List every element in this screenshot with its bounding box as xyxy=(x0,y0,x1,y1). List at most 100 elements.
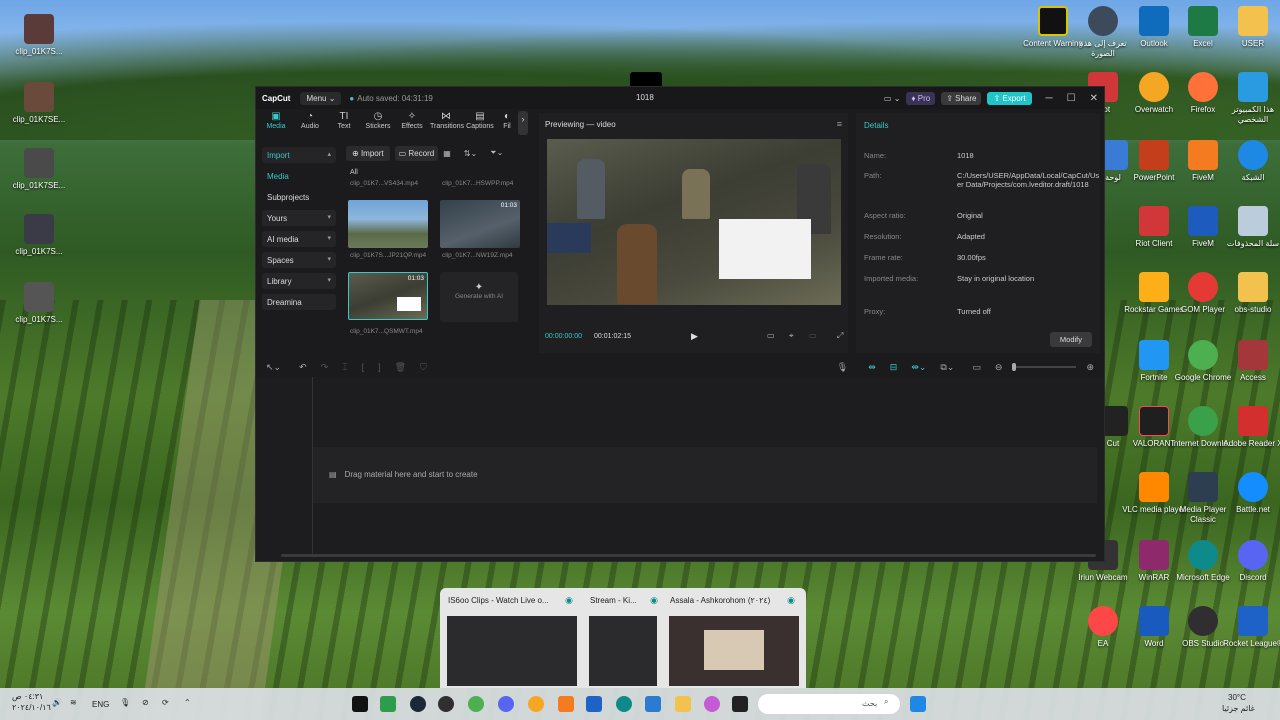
desktop-icon-clip[interactable]: clip_01K7SE... xyxy=(4,82,74,125)
share-button[interactable]: ⇪ Share xyxy=(941,91,982,105)
export-button[interactable]: ⇧ Export xyxy=(987,91,1032,105)
redo-icon[interactable]: ↷ xyxy=(321,362,329,373)
microphone-icon[interactable]: 🎙 xyxy=(120,698,130,707)
grid-view-icon[interactable]: ▦ xyxy=(443,149,451,158)
chevron-right-icon[interactable]: › xyxy=(518,111,528,135)
import-button[interactable]: ⊕ Import xyxy=(346,145,390,161)
select-tool-icon[interactable]: ↖⌄ xyxy=(266,362,281,373)
generate-ai-button[interactable]: ✦ Generate with AI xyxy=(440,272,518,322)
layout-icon[interactable]: ▭ ⌄ xyxy=(884,94,900,103)
desktop-icon-clip[interactable]: clip_01K7S... xyxy=(4,14,74,57)
desktop-icon-access[interactable]: Access xyxy=(1218,340,1280,383)
ratio-icon[interactable]: ▭ xyxy=(767,331,775,340)
desktop-icon-clip[interactable]: clip_01K7SE... xyxy=(4,148,74,191)
tab-text[interactable]: TI Text xyxy=(328,111,360,135)
filter-icon[interactable]: ⏷⌄ xyxy=(490,148,503,158)
taskbar-edge-icon[interactable] xyxy=(616,696,632,712)
split-left-icon[interactable]: [ xyxy=(362,362,365,372)
tab-effects[interactable]: ✧ Effects xyxy=(396,111,428,135)
taskbar-preview-card[interactable]: Stream - Ki... ◉ xyxy=(586,590,660,686)
sidebar-item-spaces[interactable]: Spaces ▾ xyxy=(262,252,336,268)
media-thumbnail[interactable] xyxy=(348,200,428,248)
desktop-icon-rocket-league[interactable]: Rocket League® xyxy=(1218,606,1280,649)
modify-button[interactable]: Modify xyxy=(1049,332,1092,347)
quality-icon[interactable]: ▭ xyxy=(809,331,817,340)
split-icon[interactable]: ⌶ xyxy=(342,362,347,373)
undo-icon[interactable]: ↶ xyxy=(299,362,307,373)
taskbar-store-icon[interactable] xyxy=(645,696,661,712)
taskbar-explorer-icon[interactable] xyxy=(675,696,691,712)
sidebar-item-library[interactable]: Library ▾ xyxy=(262,273,336,289)
taskbar-steam-icon[interactable] xyxy=(410,696,426,712)
taskbar-copilot-icon[interactable] xyxy=(704,696,720,712)
preview-video[interactable] xyxy=(547,139,841,305)
hamburger-icon[interactable]: ≡ xyxy=(837,119,842,129)
desktop-icon-discord[interactable]: Discord xyxy=(1218,540,1280,583)
sync-icon[interactable]: ⟳ xyxy=(162,698,169,707)
tab-stickers[interactable]: ◷ Stickers xyxy=(362,111,394,135)
wifi-icon[interactable]: ≋ xyxy=(70,698,77,707)
sidebar-item-subprojects[interactable]: Subprojects xyxy=(262,189,336,205)
zoom-slider[interactable] xyxy=(1012,363,1077,371)
sidebar-item-media[interactable]: Media xyxy=(262,168,336,184)
close-icon[interactable]: ✕ xyxy=(1090,93,1098,104)
timeline-scrollbar[interactable] xyxy=(281,554,1096,557)
zoom-in-icon[interactable]: ⊕ xyxy=(1086,362,1094,373)
taskbar-chrome-icon[interactable] xyxy=(468,696,484,712)
media-thumbnail[interactable]: 01:03 xyxy=(440,200,520,248)
windows-start-icon[interactable] xyxy=(910,696,926,712)
sort-icon[interactable]: ⇅⌄ xyxy=(464,149,477,158)
tab-captions[interactable]: ▤ Captions xyxy=(464,111,496,135)
sidebar-item-yours[interactable]: Yours ▾ xyxy=(262,210,336,226)
tab-transitions[interactable]: ⋈ Transitions xyxy=(430,111,464,135)
taskbar-fivem-icon[interactable] xyxy=(558,696,574,712)
sidebar-item-dreamina[interactable]: Dreamina xyxy=(262,294,336,310)
filter-all[interactable]: All xyxy=(350,169,532,176)
crop-icon[interactable]: ⌖ xyxy=(789,331,794,341)
weather-temp[interactable]: 30°C xyxy=(1228,693,1246,702)
tab-audio[interactable]: ◔ Audio xyxy=(294,111,326,135)
play-icon[interactable]: ▶ xyxy=(691,331,698,342)
desktop-icon-this-pc[interactable]: هذا الكمبيوتر الشخصي xyxy=(1218,72,1280,125)
zoom-out-icon[interactable]: ⊖ xyxy=(995,362,1003,373)
desktop-icon-battlenet[interactable]: Battle.net xyxy=(1218,472,1280,515)
taskbar-preview-card[interactable]: Assala - Ashkorohom (٢٠٢٤) ◉ xyxy=(666,590,801,686)
taskbar-app-icon[interactable] xyxy=(528,696,544,712)
desktop-icon-network[interactable]: الشبكة xyxy=(1218,140,1280,183)
menu-button[interactable]: Menu ⌄ xyxy=(300,91,342,105)
taskbar-window-icon[interactable] xyxy=(586,696,602,712)
minimize-icon[interactable]: ─ xyxy=(1046,93,1053,104)
magnet-icon[interactable]: ⊟ xyxy=(890,362,898,373)
volume-icon[interactable]: 🔊 xyxy=(52,698,62,707)
media-thumbnail-selected[interactable]: 01:03 xyxy=(348,272,428,320)
sidebar-item-ai-media[interactable]: AI media ▾ xyxy=(262,231,336,247)
pro-button[interactable]: ♦ Pro xyxy=(906,91,936,105)
weather-text[interactable]: غائم جزئيا xyxy=(1222,704,1255,713)
desktop-icon-recycle-bin[interactable]: سلة المحذوفات xyxy=(1218,206,1280,249)
fullscreen-icon[interactable]: ⤢ xyxy=(837,331,843,341)
shield-icon[interactable]: ⛉ xyxy=(420,362,427,373)
desktop-icon-user-folder[interactable]: USER xyxy=(1218,6,1280,49)
language-indicator[interactable]: ENG xyxy=(92,700,109,709)
notification-icon[interactable]: ⊘ xyxy=(142,698,149,707)
desktop-icon-adobe-reader[interactable]: Adobe Reader X xyxy=(1218,406,1280,449)
desktop-icon-obs-folder[interactable]: obs-studio xyxy=(1218,272,1280,315)
tab-media[interactable]: ▣ Media xyxy=(260,111,292,135)
delete-icon[interactable]: 🗑 xyxy=(395,362,406,373)
desktop-icon-clip[interactable]: clip_01K7S... xyxy=(4,282,74,325)
chevron-up-icon[interactable]: ⌃ xyxy=(184,698,191,707)
taskbar-obs-icon[interactable] xyxy=(438,696,454,712)
split-right-icon[interactable]: ] xyxy=(378,362,381,372)
tab-filters[interactable]: ◐ Fil xyxy=(498,111,516,135)
track-icon[interactable]: ⧉⌄ xyxy=(940,362,954,373)
clock-time[interactable]: ٠٤:٣١ ص xyxy=(12,692,43,701)
taskbar-terminal-icon[interactable] xyxy=(732,696,748,712)
link-icon[interactable]: ⇹ xyxy=(868,362,876,373)
search-box[interactable]: بحث ⌕ xyxy=(758,694,900,714)
zoom-slider-handle[interactable] xyxy=(1012,363,1017,371)
sidebar-item-import[interactable]: Import ▴ xyxy=(262,147,336,163)
clock-date[interactable]: ٢٠٢٤/١٠/١٦ xyxy=(12,703,51,712)
taskbar-xbox-icon[interactable] xyxy=(380,696,396,712)
microphone-icon[interactable]: 🎙 xyxy=(837,362,848,373)
caption-icon[interactable]: ▭ xyxy=(972,362,981,373)
